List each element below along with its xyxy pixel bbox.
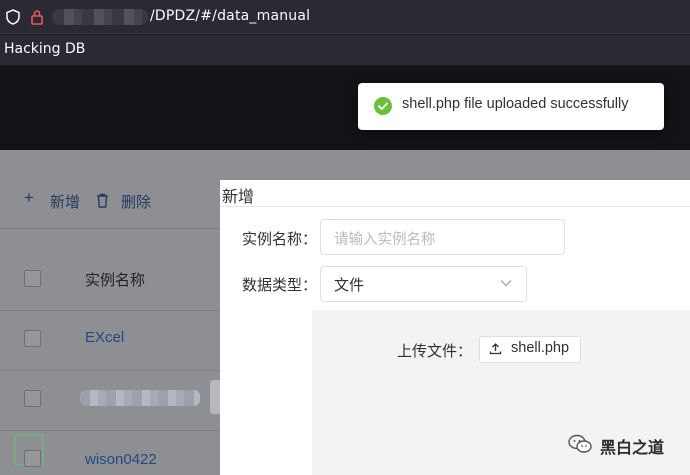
success-check-icon — [374, 97, 392, 115]
upload-icon — [489, 343, 502, 355]
url-text[interactable]: /DPDZ/#/data_manual — [150, 8, 310, 24]
row-checkbox[interactable] — [24, 330, 41, 347]
instance-name-label: 实例名称： — [242, 230, 318, 248]
wechat-icon — [568, 434, 592, 453]
plus-icon[interactable]: + — [24, 188, 34, 208]
dialog-title: 新增 — [222, 187, 255, 206]
bookmark-hacking-db[interactable]: Hacking DB — [4, 41, 85, 57]
toast-message: shell.php file uploaded successfully — [402, 96, 629, 112]
url-bar[interactable]: /DPDZ/#/data_manual — [0, 0, 690, 34]
success-toast: shell.php file uploaded successfully — [358, 83, 664, 130]
instance-name-placeholder: 请输入实例名称 — [334, 232, 436, 248]
chevron-down-icon[interactable] — [500, 279, 512, 287]
toolbar-divider — [0, 228, 222, 229]
watermark-text: 黑白之道 — [600, 438, 665, 457]
add-button[interactable]: 新增 — [50, 191, 80, 212]
dialog-divider — [220, 206, 690, 207]
trash-icon[interactable] — [96, 193, 109, 208]
column-header-name: 实例名称 — [85, 271, 146, 289]
delete-button[interactable]: 删除 — [121, 191, 151, 212]
upload-label: 上传文件： — [397, 342, 473, 360]
table-row-link[interactable]: EXcel — [85, 329, 124, 346]
row-divider — [0, 310, 222, 311]
select-all-checkbox[interactable] — [24, 270, 41, 287]
data-type-label: 数据类型： — [242, 276, 318, 294]
bookmarks-bar — [0, 35, 690, 65]
row-checkbox[interactable] — [24, 450, 41, 467]
table-row-redacted — [80, 390, 200, 406]
row-divider — [0, 370, 222, 371]
row-divider — [0, 430, 222, 431]
row-checkbox[interactable] — [24, 390, 41, 407]
table-row-link[interactable]: wison0422 — [85, 451, 157, 468]
uploaded-file-name: shell.php — [511, 340, 570, 356]
data-type-value: 文件 — [334, 276, 365, 294]
shield-icon[interactable] — [6, 9, 20, 25]
lock-icon[interactable] — [30, 9, 44, 25]
url-redacted — [52, 9, 148, 25]
